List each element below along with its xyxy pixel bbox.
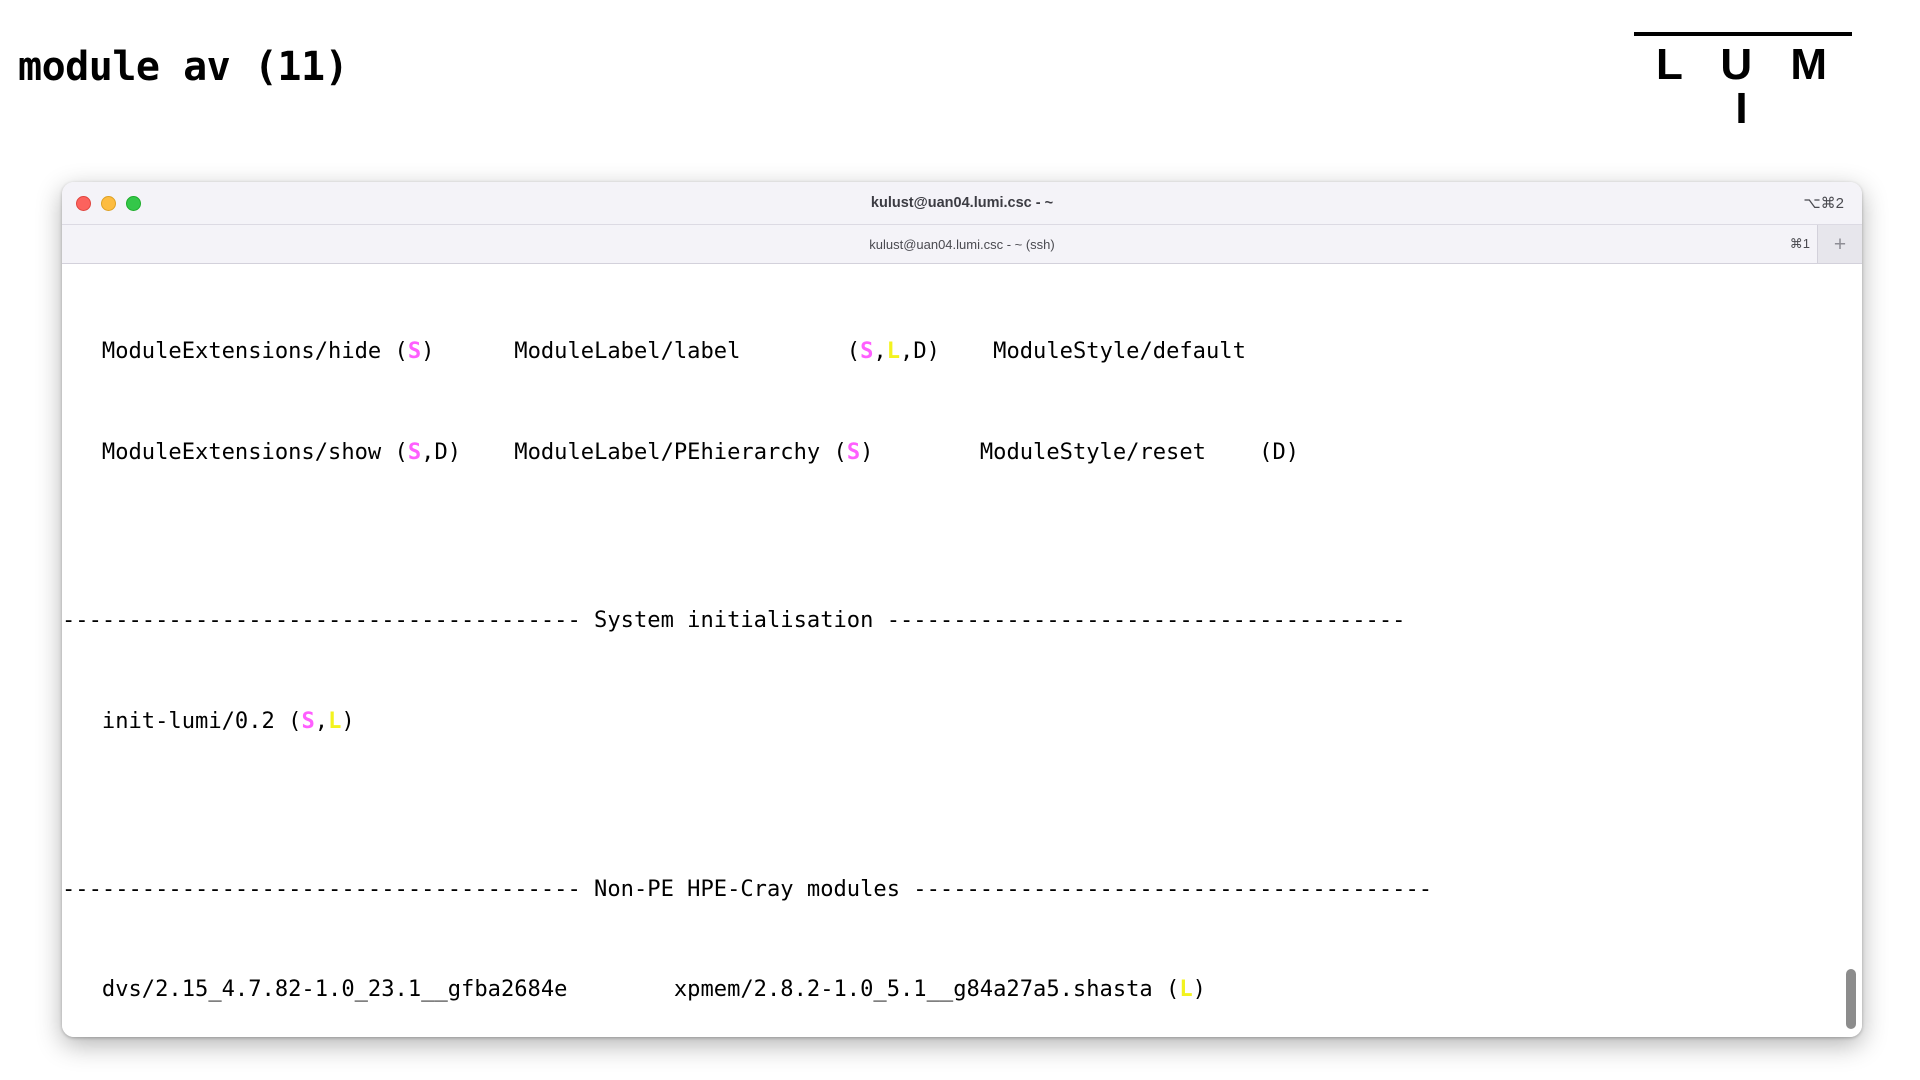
lumi-logo-bar	[1634, 32, 1852, 36]
window-title: kulust@uan04.lumi.csc - ~	[870, 195, 1054, 211]
sticky-flag: S	[407, 438, 422, 465]
lumi-logo-text: L U M I	[1656, 40, 1840, 133]
tab-shortcut-label: ⌘1	[1789, 236, 1810, 251]
output-line: init-lumi/0.2 (S,L)	[62, 707, 355, 734]
scrollbar-thumb[interactable]	[1846, 969, 1856, 1029]
minimize-window-icon[interactable]	[101, 195, 116, 211]
terminal-body[interactable]: ModuleExtensions/hide (S) ModuleLabel/la…	[62, 264, 1862, 1037]
output-line: dvs/2.15_4.7.82-1.0_23.1__gfba2684e xpme…	[62, 976, 1206, 1003]
section-header-system-initialisation: --------------------------------------- …	[62, 606, 1406, 633]
page-title: module av (11)	[18, 44, 349, 90]
sticky-flag: S	[407, 338, 422, 365]
loaded-flag: L	[886, 338, 901, 365]
terminal-window: kulust@uan04.lumi.csc - ~ ⌥⌘2 kulust@uan…	[62, 182, 1862, 1037]
terminal-titlebar: kulust@uan04.lumi.csc - ~ ⌥⌘2	[62, 182, 1862, 225]
tab-session[interactable]: kulust@uan04.lumi.csc - ~ (ssh)	[62, 237, 1862, 252]
terminal-tabbar: kulust@uan04.lumi.csc - ~ (ssh) ⌘1 +	[62, 225, 1862, 264]
window-controls	[76, 182, 141, 224]
new-tab-button[interactable]: +	[1817, 225, 1862, 263]
window-shortcut-label: ⌥⌘2	[1803, 195, 1844, 212]
output-line: ModuleExtensions/show (S,D) ModuleLabel/…	[62, 438, 1300, 465]
terminal-scrollbar[interactable]	[1844, 264, 1858, 1037]
section-header-non-pe-hpe-cray: --------------------------------------- …	[62, 875, 1433, 902]
loaded-flag: L	[1179, 976, 1193, 1003]
terminal-output: ModuleExtensions/hide (S) ModuleLabel/la…	[62, 264, 1840, 1037]
sticky-flag: S	[846, 438, 861, 465]
output-line: ModuleExtensions/hide (S) ModuleLabel/la…	[62, 338, 1246, 365]
sticky-flag: S	[860, 338, 874, 365]
loaded-flag: L	[328, 707, 342, 734]
sticky-flag: S	[301, 707, 315, 734]
maximize-window-icon[interactable]	[126, 195, 141, 211]
lumi-logo: L U M I	[1634, 32, 1852, 131]
slide-root: module av (11) L U M I kulust@uan04.lumi…	[0, 0, 1920, 1080]
close-window-icon[interactable]	[76, 195, 91, 211]
